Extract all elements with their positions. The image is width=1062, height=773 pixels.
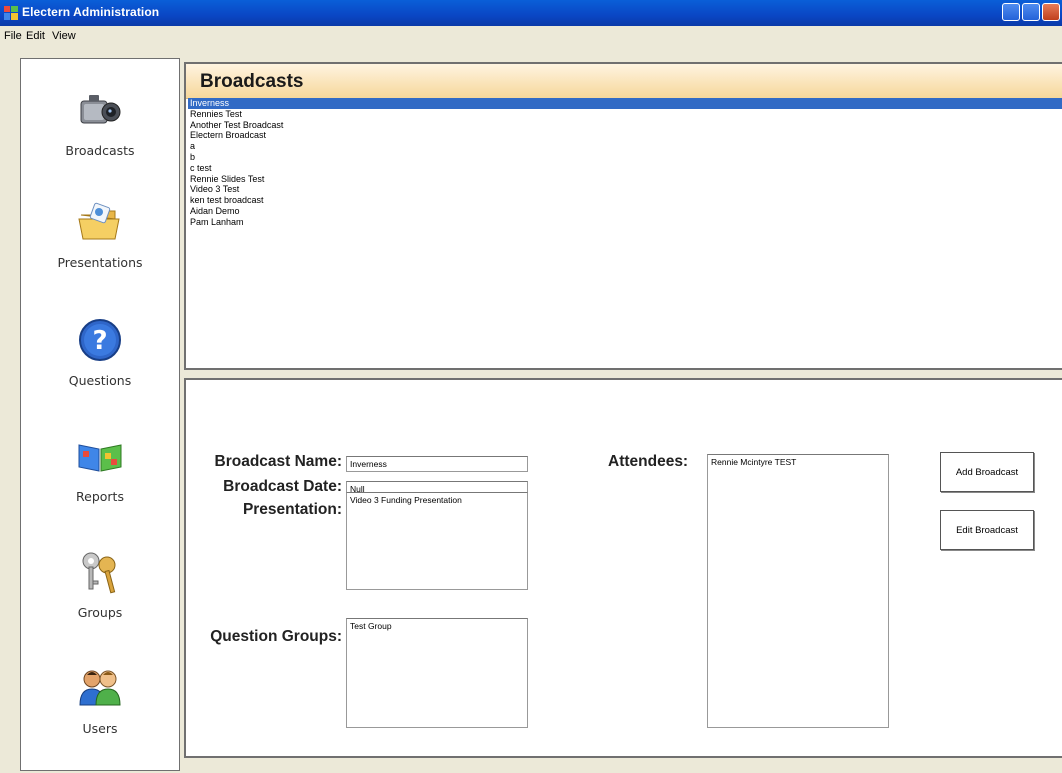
folder-icon	[78, 202, 120, 240]
broadcasts-header: Broadcasts	[186, 64, 1062, 99]
presentation-field[interactable]: Video 3 Funding Presentation	[346, 492, 528, 590]
nav-broadcasts[interactable]: Broadcasts	[21, 85, 179, 158]
broadcast-list-item[interactable]: b	[188, 152, 1062, 163]
nav-label-groups: Groups	[77, 605, 123, 620]
nav-label-users: Users	[82, 721, 118, 736]
broadcast-date-label: Broadcast Date:	[223, 478, 342, 495]
title-bar: Electern Administration	[0, 0, 1062, 26]
nav-groups[interactable]: Groups	[21, 547, 179, 620]
sidebar-nav: Broadcasts Presentations ? Questions Rep…	[20, 58, 180, 771]
camera-icon	[80, 95, 121, 124]
question-groups-label: Question Groups:	[210, 628, 342, 645]
nav-label-reports: Reports	[76, 489, 124, 504]
broadcasts-list[interactable]: Inverness Rennies Test Another Test Broadc…	[188, 98, 1062, 228]
broadcast-list-item[interactable]: Video 3 Test	[188, 184, 1062, 195]
broadcast-list-item[interactable]: ken test broadcast	[188, 195, 1062, 206]
app-icon	[4, 6, 18, 20]
keys-icon	[82, 552, 116, 594]
menu-file[interactable]: File	[4, 30, 22, 42]
broadcast-name-label: Broadcast Name:	[214, 453, 343, 470]
svg-text:?: ?	[92, 326, 107, 356]
broadcasts-panel: Broadcasts Inverness Rennies Test Another …	[184, 62, 1062, 370]
nav-reports[interactable]: Reports	[21, 431, 179, 504]
edit-broadcast-button[interactable]: Edit Broadcast	[940, 510, 1034, 550]
users-icon	[79, 670, 121, 706]
add-broadcast-button[interactable]: Add Broadcast	[940, 452, 1034, 492]
question-mark-icon: ?	[79, 319, 121, 361]
reports-icon	[78, 444, 122, 472]
nav-label-questions: Questions	[68, 373, 132, 388]
nav-users[interactable]: Users	[21, 663, 179, 736]
menu-view[interactable]: View	[52, 30, 76, 42]
nav-questions[interactable]: ? Questions	[21, 315, 179, 388]
broadcast-list-item[interactable]: Inverness	[188, 98, 1062, 109]
attendees-label: Attendees:	[608, 453, 689, 470]
nav-label-broadcasts: Broadcasts	[65, 143, 135, 158]
broadcast-list-item[interactable]: Rennies Test	[188, 109, 1062, 120]
menu-edit[interactable]: Edit	[26, 30, 45, 42]
broadcast-list-item[interactable]: Electern Broadcast	[188, 130, 1062, 141]
minimize-button[interactable]	[1002, 3, 1020, 21]
nav-presentations[interactable]: Presentations	[21, 197, 179, 270]
broadcast-list-item[interactable]: Another Test Broadcast	[188, 120, 1062, 131]
window-title: Electern Administration	[22, 5, 160, 19]
nav-label-presentations: Presentations	[57, 255, 143, 270]
broadcast-list-item[interactable]: Aidan Demo	[188, 206, 1062, 217]
broadcast-details-panel: Broadcast Name: Inverness Broadcast Date…	[184, 378, 1062, 758]
broadcast-list-item[interactable]: Rennie Slides Test	[188, 174, 1062, 185]
presentation-label: Presentation:	[242, 501, 342, 518]
attendees-field[interactable]: Rennie Mcintyre TEST	[707, 454, 889, 728]
menu-bar: File Edit View	[0, 26, 1062, 46]
broadcast-list-item[interactable]: c test	[188, 163, 1062, 174]
broadcast-list-item[interactable]: Pam Lanham	[188, 217, 1062, 228]
broadcast-list-item[interactable]: a	[188, 141, 1062, 152]
maximize-button[interactable]	[1022, 3, 1040, 21]
broadcast-name-field[interactable]: Inverness	[346, 456, 528, 472]
close-button[interactable]	[1042, 3, 1060, 21]
broadcasts-title: Broadcasts	[200, 71, 304, 92]
question-groups-field[interactable]: Test Group	[346, 618, 528, 728]
